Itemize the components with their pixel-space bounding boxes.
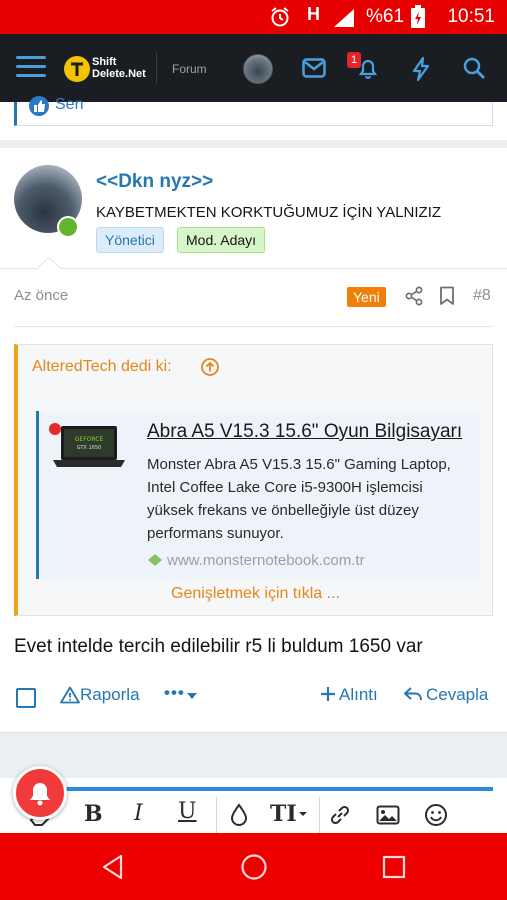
laptop-image: GEFORCE GTX 1650	[49, 423, 125, 467]
alert-count-badge: 1	[347, 52, 361, 68]
banner-admin: Yönetici	[96, 227, 164, 253]
new-badge: Yeni	[347, 287, 386, 307]
menu-icon[interactable]	[16, 50, 46, 83]
post-time[interactable]: Az önce	[14, 287, 68, 304]
reply-area-background	[0, 732, 507, 778]
signal-icon	[334, 9, 354, 27]
svg-text:GEFORCE: GEFORCE	[75, 436, 104, 443]
link-preview-description: Monster Abra A5 V15.3 15.6" Gaming Lapto…	[147, 456, 451, 542]
plus-icon[interactable]	[320, 686, 336, 702]
like-icon	[29, 96, 49, 116]
bold-icon[interactable]: B	[84, 801, 103, 827]
app-header: Shift Delete.Net Forum 1	[0, 34, 507, 102]
expand-quote-link[interactable]: Genişletmek için tıkla ...	[18, 585, 493, 603]
section-label[interactable]: Forum	[172, 62, 207, 76]
notification-bell-icon	[30, 783, 50, 806]
share-icon[interactable]	[404, 286, 424, 306]
battery-charging-icon	[411, 5, 425, 28]
quote-block: AlteredTech dedi ki: GEFORCE GTX 1650 Ab…	[14, 344, 493, 616]
italic-icon[interactable]: I	[134, 801, 143, 826]
home-icon[interactable]	[240, 853, 268, 881]
search-icon[interactable]	[462, 56, 486, 80]
post-message: Evet intelde tercih edilebilir r5 li bul…	[14, 636, 423, 657]
divider-arrow-icon	[36, 257, 62, 270]
toolbar-separator	[216, 797, 217, 833]
back-icon[interactable]	[100, 854, 126, 880]
text-size-caret-icon[interactable]	[298, 811, 308, 817]
alarm-icon	[271, 7, 289, 27]
recents-icon[interactable]	[381, 854, 407, 880]
underline-icon[interactable]: U	[178, 799, 197, 824]
caret-down-icon[interactable]	[186, 692, 198, 700]
header-divider	[156, 53, 157, 83]
quote-author[interactable]: AlteredTech dedi ki:	[32, 358, 172, 376]
reply-button[interactable]: Cevapla	[426, 685, 488, 705]
warning-icon[interactable]	[60, 686, 80, 704]
author-divider	[0, 268, 507, 269]
bookmark-icon[interactable]	[439, 286, 455, 306]
arrow-up-circle-icon[interactable]	[200, 357, 220, 377]
reaction-user[interactable]: Sen	[55, 96, 83, 114]
link-icon[interactable]	[328, 803, 352, 827]
clock: 10:51	[447, 6, 495, 27]
more-options-button[interactable]: •••	[164, 683, 185, 703]
author-username[interactable]: <<Dkn nyz>>	[96, 171, 213, 193]
text-size-icon[interactable]: TI	[270, 801, 297, 827]
reply-icon[interactable]	[403, 686, 423, 702]
system-navigation-bar	[0, 833, 507, 900]
logo-line2: Delete.Net	[92, 68, 146, 80]
report-button[interactable]: Raporla	[80, 685, 140, 705]
quote-button[interactable]: Alıntı	[339, 685, 378, 705]
account-avatar[interactable]	[243, 54, 273, 84]
link-preview-url[interactable]: www.monsternotebook.com.tr	[167, 552, 365, 569]
svg-text:GTX 1650: GTX 1650	[77, 445, 102, 451]
online-indicator	[57, 216, 79, 238]
color-drop-icon[interactable]	[229, 803, 249, 827]
previous-post-reactions: Sen	[14, 96, 493, 126]
battery-percent: %61	[366, 6, 405, 27]
link-preview[interactable]: GEFORCE GTX 1650 Abra A5 V15.3 15.6" Oyu…	[36, 411, 480, 579]
bolt-icon[interactable]	[409, 56, 433, 82]
push-notification-button[interactable]	[13, 766, 67, 820]
editor-toolbar: B I U TI	[14, 787, 493, 835]
inbox-icon[interactable]	[302, 58, 326, 78]
toolbar-separator	[319, 797, 320, 833]
image-icon[interactable]	[376, 805, 400, 825]
status-bar: H %61 10:51	[0, 0, 507, 34]
logo-line1: Shift	[92, 56, 117, 68]
select-post-checkbox[interactable]	[16, 688, 36, 708]
post-number[interactable]: #8	[473, 287, 491, 305]
link-preview-title[interactable]: Abra A5 V15.3 15.6" Oyun Bilgisayarı	[147, 421, 469, 443]
meta-divider	[14, 326, 493, 327]
banner-mod-candidate: Mod. Adayı	[177, 227, 266, 253]
site-favicon-icon	[148, 554, 162, 566]
smiley-icon[interactable]	[424, 803, 448, 827]
network-type: H	[307, 4, 320, 24]
post-separator	[0, 140, 507, 148]
author-user-title: KAYBETMEKTEN KORKTUĞUMUZ İÇİN YALNIZIZ	[96, 204, 442, 221]
site-logo-text[interactable]: Shift Delete.Net	[92, 56, 146, 80]
logo-icon[interactable]	[64, 56, 90, 82]
